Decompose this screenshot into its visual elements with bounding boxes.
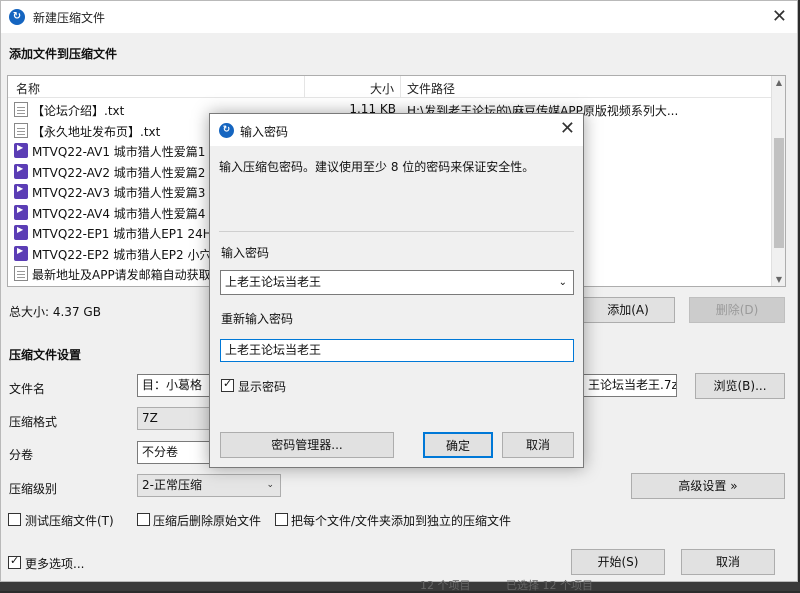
password-input-value: 上老王论坛当老王 [225, 275, 322, 289]
window-titlebar: ↻ 新建压缩文件 ✕ [1, 1, 797, 33]
advanced-settings-button[interactable]: 高级设置 » [631, 473, 785, 499]
separate-archives-checkbox[interactable] [275, 513, 288, 526]
video-file-icon [14, 184, 28, 199]
show-password-checkbox[interactable] [221, 377, 234, 392]
password-label: 输入密码 [221, 246, 270, 260]
chevron-down-icon[interactable]: ⌄ [559, 271, 567, 294]
settings-section-heading: 压缩文件设置 [9, 348, 82, 362]
scrollbar-thumb[interactable] [774, 138, 784, 248]
add-button[interactable]: 添加(A) [581, 297, 675, 323]
total-size-text: 总大小: 4.37 GB [9, 305, 101, 319]
file-name: MTVQ22-AV2 城市猎人性爱篇2 [32, 165, 206, 180]
split-select[interactable]: 不分卷 [137, 441, 211, 464]
text-file-icon [14, 102, 28, 117]
password-dialog-title: 输入密码 [240, 125, 289, 139]
password-dialog: ↻ 输入密码 ✕ 输入压缩包密码。建议使用至少 8 位的密码来保证安全性。 输入… [209, 113, 584, 468]
format-select-value: 7Z [142, 411, 158, 425]
file-list-header: 名称 大小 文件路径 [8, 76, 771, 98]
column-size-header[interactable]: 大小 [370, 80, 394, 97]
taskbar-strip [0, 582, 800, 591]
column-name-header[interactable]: 名称 [16, 80, 40, 97]
column-path-header[interactable]: 文件路径 [407, 80, 455, 97]
window-close-icon[interactable]: ✕ [772, 6, 787, 27]
delete-after-checkbox[interactable] [137, 513, 150, 526]
file-name: MTVQ22-EP1 城市猎人EP1 24H [32, 227, 212, 241]
text-file-icon [14, 266, 28, 281]
level-select-value: 2-正常压缩 [142, 478, 202, 492]
more-options-label: 更多选项... [25, 557, 85, 571]
filename-input-tail[interactable]: 王论坛当老王.7z [583, 374, 677, 397]
start-button[interactable]: 开始(S) [571, 549, 665, 575]
ok-button[interactable]: 确定 [423, 432, 493, 458]
file-name: MTVQ22-EP2 城市猎人EP2 小穴 [32, 247, 212, 262]
filename-label: 文件名 [9, 382, 46, 396]
scroll-up-icon[interactable]: ▲ [772, 78, 785, 87]
video-file-icon [14, 163, 28, 179]
confirm-password-input[interactable]: 上老王论坛当老王 [220, 339, 574, 362]
level-select[interactable]: 2-正常压缩 ⌄ [137, 474, 281, 497]
password-manager-button[interactable]: 密码管理器... [220, 432, 394, 458]
filename-input[interactable]: 目：小葛格 [137, 374, 217, 397]
split-label: 分卷 [9, 448, 34, 462]
file-name: 【论坛介绍】.txt [32, 104, 125, 118]
window-title: 新建压缩文件 [33, 11, 106, 25]
app-logo-icon: ↻ [9, 9, 25, 25]
file-list-scrollbar[interactable]: ▲ ▼ [771, 76, 785, 286]
show-password-label: 显示密码 [238, 380, 287, 394]
separate-archives-label: 把每个文件/文件夹添加到独立的压缩文件 [291, 514, 512, 528]
video-file-icon [14, 143, 28, 158]
password-dialog-titlebar: ↻ 输入密码 ✕ [210, 114, 583, 146]
delete-button[interactable]: 删除(D) [689, 297, 785, 323]
file-name: MTVQ22-AV1 城市猎人性爱篇1 [32, 145, 206, 159]
format-label: 压缩格式 [9, 415, 58, 429]
confirm-password-label: 重新输入密码 [221, 312, 294, 326]
password-input[interactable]: 上老王论坛当老王 ⌄ [220, 270, 574, 295]
app-logo-icon: ↻ [219, 123, 234, 138]
main-cancel-button[interactable]: 取消 [681, 549, 775, 575]
test-archive-checkbox[interactable] [8, 513, 21, 526]
video-file-icon [14, 245, 28, 261]
dialog-divider [219, 231, 574, 232]
file-name: 最新地址及APP请发邮箱自动获取. [32, 268, 215, 282]
text-file-icon [14, 122, 28, 138]
level-label: 压缩级别 [9, 482, 58, 496]
dialog-close-icon[interactable]: ✕ [560, 118, 575, 139]
file-name: MTVQ22-AV4 城市猎人性爱篇4 [32, 206, 206, 221]
video-file-icon [14, 225, 28, 240]
files-section-heading: 添加文件到压缩文件 [9, 47, 118, 61]
video-file-icon [14, 204, 28, 220]
file-name: 【永久地址发布页】.txt [32, 124, 161, 139]
dialog-cancel-button[interactable]: 取消 [502, 432, 574, 458]
test-archive-label: 测试压缩文件(T) [25, 514, 114, 528]
format-select[interactable]: 7Z [137, 407, 211, 430]
more-options-checkbox[interactable] [8, 554, 21, 569]
password-dialog-description: 输入压缩包密码。建议使用至少 8 位的密码来保证安全性。 [219, 160, 535, 174]
delete-after-label: 压缩后删除原始文件 [153, 514, 262, 528]
file-name: MTVQ22-AV3 城市猎人性爱篇3 [32, 186, 206, 200]
chevron-down-icon: ⌄ [266, 480, 274, 490]
scroll-down-icon[interactable]: ▼ [772, 275, 785, 284]
browse-button[interactable]: 浏览(B)... [695, 373, 785, 399]
